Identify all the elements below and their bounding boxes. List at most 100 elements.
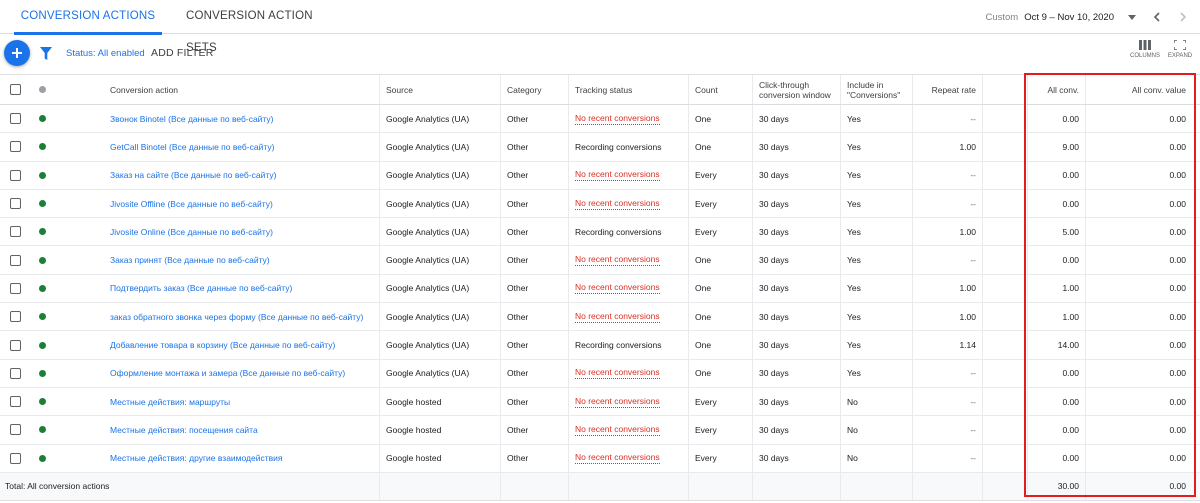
category-cell: Other	[501, 161, 569, 189]
row-checkbox[interactable]	[9, 254, 21, 266]
conversion-action-link[interactable]: Jivosite Offline (Все данные по веб-сайт…	[110, 199, 273, 209]
header-click-through-window[interactable]: Click-through conversion window	[753, 75, 841, 104]
header-conversion-action[interactable]: Conversion action	[104, 75, 380, 104]
table-row[interactable]: Заказ принят (Все данные по веб-сайту) Go…	[0, 246, 1200, 275]
tracking-status-text[interactable]: No recent conversions	[575, 396, 660, 408]
enabled-status-icon	[38, 171, 46, 179]
table-row[interactable]: заказ обратного звонка через форму (Все …	[0, 303, 1200, 332]
row-select-cell	[0, 162, 30, 189]
row-status-cell	[30, 246, 54, 273]
header-source[interactable]: Source	[380, 75, 501, 104]
row-checkbox[interactable]	[9, 226, 21, 238]
row-checkbox[interactable]	[9, 339, 21, 351]
add-filter-button[interactable]: ADD FILTER	[151, 47, 213, 59]
row-status-cell	[30, 388, 54, 415]
source-cell: Google Analytics (UA)	[380, 331, 501, 359]
row-checkbox[interactable]	[9, 282, 21, 294]
table-row[interactable]: Местные действия: маршруты Google hosted O…	[0, 387, 1200, 417]
add-conversion-button[interactable]	[4, 40, 30, 66]
columns-button[interactable]: COLUMNS	[1127, 40, 1163, 59]
enabled-status-icon	[38, 228, 46, 236]
count-cell: One	[689, 331, 753, 359]
tracking-status-cell: Recording conversions	[569, 331, 689, 359]
header-tracking-status[interactable]: Tracking status	[569, 75, 689, 104]
row-checkbox[interactable]	[9, 198, 21, 210]
row-checkbox[interactable]	[9, 113, 21, 125]
next-period-icon[interactable]	[1174, 8, 1192, 26]
header-include-in-conversions[interactable]: Include in "Conversions"	[841, 75, 913, 104]
conversion-action-link[interactable]: Добавление товара в корзину (Все данные …	[110, 340, 335, 350]
category-cell: Other	[501, 416, 569, 444]
conversion-action-link[interactable]: Местные действия: посещения сайта	[110, 425, 258, 435]
table-row[interactable]: Оформление монтажа и замера (Все данные …	[0, 359, 1200, 388]
filter-icon[interactable]	[40, 47, 52, 61]
header-count[interactable]: Count	[689, 75, 753, 104]
table-row[interactable]: Местные действия: другие взаимодействия G…	[0, 444, 1200, 473]
row-checkbox[interactable]	[9, 367, 21, 379]
tab-conversion-actions[interactable]: Conversion actions	[14, 0, 162, 35]
include-cell: Yes	[841, 274, 913, 303]
row-checkbox[interactable]	[9, 424, 21, 436]
table-row[interactable]: Подтвердить заказ (Все данные по веб-сай…	[0, 274, 1200, 304]
conversion-action-link[interactable]: Заказ принят (Все данные по веб-сайту)	[110, 255, 270, 265]
count-cell: One	[689, 359, 753, 387]
row-checkbox[interactable]	[9, 311, 21, 323]
header-all-conv-value[interactable]: All conv. value	[1086, 75, 1192, 104]
conversion-action-link[interactable]: Jivosite Online (Все данные по веб-сайту…	[110, 227, 273, 237]
previous-period-icon[interactable]	[1148, 8, 1166, 26]
tracking-status-text[interactable]: No recent conversions	[575, 113, 660, 125]
tracking-status-text[interactable]: No recent conversions	[575, 311, 660, 323]
all-conv-cell: 1.00	[1028, 303, 1086, 331]
conversion-action-link[interactable]: Подтвердить заказ (Все данные по веб-сай…	[110, 283, 292, 293]
header-all-conv[interactable]: All conv.	[1028, 75, 1086, 104]
conversion-action-link[interactable]: Оформление монтажа и замера (Все данные …	[110, 368, 345, 378]
row-checkbox[interactable]	[9, 396, 21, 408]
tracking-status-text[interactable]: No recent conversions	[575, 452, 660, 465]
dropdown-caret-icon[interactable]	[1128, 14, 1136, 20]
table-row[interactable]: GetCall Binotel (Все данные по веб-сайту…	[0, 133, 1200, 162]
conversion-action-link[interactable]: заказ обратного звонка через форму (Все …	[110, 312, 363, 322]
date-range-picker[interactable]: Custom Oct 9 – Nov 10, 2020	[985, 0, 1200, 34]
tracking-status-text[interactable]: No recent conversions	[575, 254, 660, 267]
include-cell: Yes	[841, 161, 913, 189]
tracking-status-text[interactable]: No recent conversions	[575, 424, 660, 436]
row-checkbox[interactable]	[9, 141, 21, 153]
category-cell: Other	[501, 274, 569, 303]
date-range-value[interactable]: Oct 9 – Nov 10, 2020	[1024, 12, 1114, 23]
conversion-action-link[interactable]: Заказ на сайте (Все данные по веб-сайту)	[110, 170, 276, 180]
tracking-status-text[interactable]: No recent conversions	[575, 367, 660, 380]
total-all-conv: 30.00	[1028, 472, 1086, 500]
conversion-action-link[interactable]: Местные действия: маршруты	[110, 397, 230, 407]
header-repeat-rate[interactable]: Repeat rate	[913, 75, 983, 104]
all-conv-cell: 0.00	[1028, 416, 1086, 444]
table-row[interactable]: Звонок Binotel (Все данные по веб-сайту)…	[0, 105, 1200, 134]
table-row[interactable]: Добавление товара в корзину (Все данные …	[0, 331, 1200, 360]
toolbar: Status: All enabled ADD FILTER COLUMNS E…	[0, 34, 1200, 74]
spacer-cell	[983, 359, 1028, 387]
category-cell: Other	[501, 331, 569, 359]
all-conv-cell: 9.00	[1028, 133, 1086, 161]
table-row[interactable]: Заказ на сайте (Все данные по веб-сайту)…	[0, 161, 1200, 190]
table-row[interactable]: Jivosite Offline (Все данные по веб-сайт…	[0, 189, 1200, 219]
total-label: Total: All conversion actions	[0, 472, 380, 500]
click-through-cell: 30 days	[753, 444, 841, 472]
enabled-status-icon	[38, 313, 46, 321]
select-all-checkbox[interactable]	[9, 84, 21, 95]
tracking-status-text[interactable]: No recent conversions	[575, 282, 660, 295]
conversion-action-link[interactable]: Местные действия: другие взаимодействия	[110, 453, 283, 463]
all-conv-cell: 5.00	[1028, 218, 1086, 246]
row-checkbox[interactable]	[9, 169, 21, 181]
status-filter-chip[interactable]: Status: All enabled	[66, 48, 145, 59]
tracking-status-text[interactable]: No recent conversions	[575, 169, 660, 182]
conversion-action-link[interactable]: Звонок Binotel (Все данные по веб-сайту)	[110, 114, 273, 124]
expand-button[interactable]: EXPAND	[1162, 40, 1198, 59]
header-category[interactable]: Category	[501, 75, 569, 104]
tab-conversion-action-sets[interactable]: Conversion action sets	[186, 0, 316, 54]
conversion-action-link[interactable]: GetCall Binotel (Все данные по веб-сайту…	[110, 142, 274, 152]
row-checkbox[interactable]	[9, 452, 21, 464]
all-conv-value-cell: 0.00	[1169, 198, 1186, 209]
row-status-cell	[30, 416, 54, 443]
table-row[interactable]: Jivosite Online (Все данные по веб-сайту…	[0, 218, 1200, 247]
tracking-status-text[interactable]: No recent conversions	[575, 198, 660, 210]
table-row[interactable]: Местные действия: посещения сайта Google …	[0, 416, 1200, 445]
